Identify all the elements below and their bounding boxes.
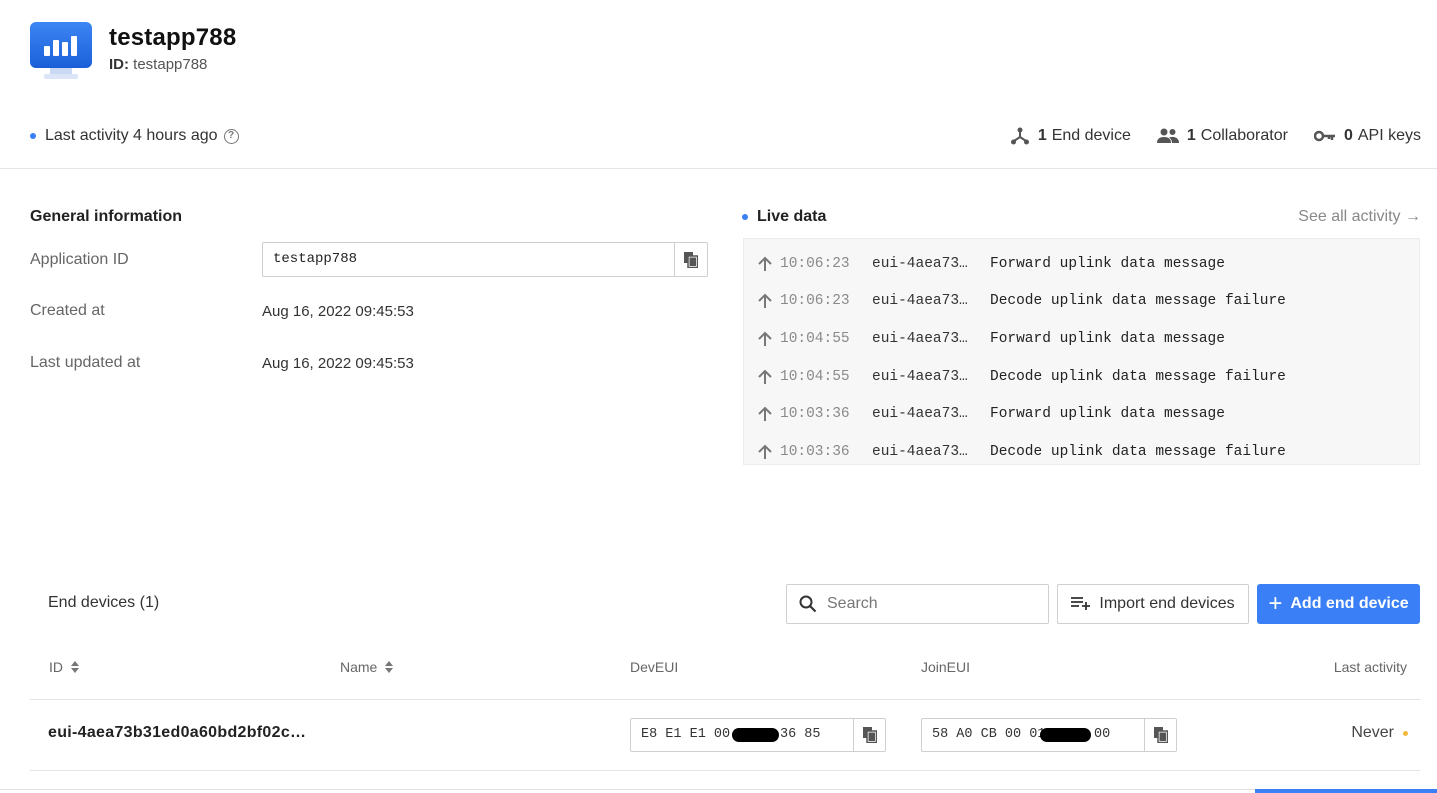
event-time: 10:06:23 — [780, 255, 850, 272]
end-devices-table-header: ID Name DevEUI JoinEUI Last activity — [30, 650, 1420, 684]
see-all-activity-link[interactable]: See all activity → — [1298, 208, 1421, 226]
bottom-accent-bar — [1255, 789, 1437, 793]
last-updated-value: Aug 16, 2022 09:45:53 — [262, 354, 414, 372]
created-at-label: Created at — [30, 302, 105, 319]
live-event-row[interactable]: 10:03:36 eui-4aea73… Forward uplink data m… — [744, 395, 1419, 433]
live-event-row[interactable]: 10:04:55 eui-4aea73… Decode uplink data me… — [744, 358, 1419, 396]
collaborator-count-link[interactable]: 1 Collaborator — [1156, 127, 1288, 145]
api-keys-count-link[interactable]: 0 API keys — [1313, 127, 1421, 145]
end-devices-title: End devices (1) — [48, 594, 160, 611]
created-at-value: Aug 16, 2022 09:45:53 — [262, 302, 414, 320]
column-name[interactable]: Name — [340, 659, 394, 675]
join-eui-field: 58 A0 CB 00 01 00 — [921, 718, 1177, 752]
last-updated-label: Last updated at — [30, 354, 141, 371]
copy-dev-eui-button[interactable] — [853, 719, 885, 751]
application-icon — [30, 22, 92, 80]
bottom-divider — [0, 789, 1437, 790]
dev-eui-value[interactable]: E8 E1 E1 00 36 85 — [631, 719, 853, 751]
event-time: 10:04:55 — [780, 368, 850, 385]
table-row-divider — [30, 770, 1420, 771]
import-end-devices-button[interactable]: Import end devices — [1057, 584, 1249, 624]
event-message: Decode uplink data message failure — [990, 368, 1286, 385]
column-last-activity: Last activity — [1333, 659, 1407, 675]
header-divider — [0, 168, 1437, 169]
search-field[interactable] — [786, 584, 1049, 624]
general-information-title: General information — [30, 208, 183, 225]
activity-dot-icon — [30, 133, 36, 139]
live-data-header: Live data See all activity → — [742, 208, 1421, 226]
app-id: ID: testapp788 — [109, 56, 208, 73]
application-id-row: Application ID testapp788 — [30, 242, 710, 277]
join-eui-value[interactable]: 58 A0 CB 00 01 00 — [922, 719, 1144, 751]
live-event-row[interactable]: 10:03:36 eui-4aea73… Decode uplink data me… — [744, 433, 1419, 471]
device-id-cell[interactable]: eui-4aea73b31ed0a60bd2bf02c… — [48, 724, 306, 742]
copy-icon — [684, 251, 698, 268]
event-device-id: eui-4aea73… — [872, 255, 968, 272]
event-device-id: eui-4aea73… — [872, 368, 968, 385]
application-id-label: Application ID — [30, 250, 129, 268]
event-time: 10:06:23 — [780, 293, 850, 310]
application-id-field: testapp788 — [262, 242, 708, 277]
created-at-row: Created at Aug 16, 2022 09:45:53 — [30, 302, 710, 320]
live-event-row[interactable]: 10:04:55 eui-4aea73… Forward uplink data m… — [744, 320, 1419, 358]
last-updated-row: Last updated at Aug 16, 2022 09:45:53 — [30, 354, 710, 372]
device-tree-icon — [1010, 127, 1029, 145]
add-end-device-button[interactable]: + Add end device — [1257, 584, 1420, 624]
page-title: testapp788 — [109, 24, 237, 51]
sort-icon — [385, 661, 394, 673]
event-device-id: eui-4aea73… — [872, 330, 968, 347]
help-icon[interactable]: ? — [223, 128, 239, 144]
event-message: Decode uplink data message failure — [990, 443, 1286, 460]
redaction-mark — [1040, 728, 1091, 742]
event-message: Forward uplink data message — [990, 255, 1225, 272]
redaction-mark — [732, 728, 779, 742]
plus-icon: + — [1268, 590, 1283, 617]
end-device-count-link[interactable]: 1 End device — [1010, 126, 1131, 146]
column-dev-eui: DevEUI — [630, 659, 679, 675]
event-message: Decode uplink data message failure — [990, 293, 1286, 310]
event-time: 10:03:36 — [780, 443, 850, 460]
status-dot-icon — [1403, 730, 1408, 736]
uplink-arrow-icon — [744, 331, 780, 347]
key-icon — [1313, 130, 1335, 142]
copy-icon — [1153, 727, 1168, 743]
last-activity: Last activity 4 hours ago ? — [30, 127, 239, 145]
app-header: testapp788 ID: testapp788 — [30, 22, 236, 80]
event-device-id: eui-4aea73… — [872, 443, 968, 460]
live-dot-icon — [742, 214, 748, 220]
copy-join-eui-button[interactable] — [1144, 719, 1176, 751]
live-data-panel[interactable]: 10:06:23 eui-4aea73… Forward uplink data m… — [743, 238, 1420, 465]
uplink-arrow-icon — [744, 406, 780, 422]
column-id[interactable]: ID — [49, 659, 79, 675]
event-message: Forward uplink data message — [990, 406, 1225, 423]
live-data-title: Live data — [757, 208, 827, 225]
people-icon — [1156, 128, 1179, 143]
sort-icon — [71, 661, 79, 673]
event-time: 10:04:55 — [780, 330, 850, 347]
live-event-row[interactable]: 10:06:23 eui-4aea73… Forward uplink data m… — [744, 245, 1419, 283]
event-device-id: eui-4aea73… — [872, 406, 968, 423]
event-message: Forward uplink data message — [990, 330, 1225, 347]
column-join-eui: JoinEUI — [921, 659, 971, 675]
event-time: 10:03:36 — [780, 406, 850, 423]
status-bar: Last activity 4 hours ago ? 1 End device … — [30, 122, 1421, 150]
application-id-value[interactable]: testapp788 — [263, 243, 674, 276]
live-event-row[interactable]: 10:06:23 eui-4aea73… Decode uplink data me… — [744, 283, 1419, 321]
search-input[interactable] — [827, 595, 1027, 613]
uplink-arrow-icon — [744, 444, 780, 460]
last-activity-cell: Never — [1351, 724, 1408, 742]
event-device-id: eui-4aea73… — [872, 293, 968, 310]
uplink-arrow-icon — [744, 369, 780, 385]
table-header-divider — [30, 699, 1420, 700]
playlist-add-icon — [1071, 597, 1091, 610]
uplink-arrow-icon — [744, 293, 780, 309]
dev-eui-field: E8 E1 E1 00 36 85 — [630, 718, 886, 752]
copy-application-id-button[interactable] — [674, 243, 707, 276]
uplink-arrow-icon — [744, 256, 780, 272]
search-icon — [799, 595, 817, 613]
copy-icon — [862, 727, 877, 743]
